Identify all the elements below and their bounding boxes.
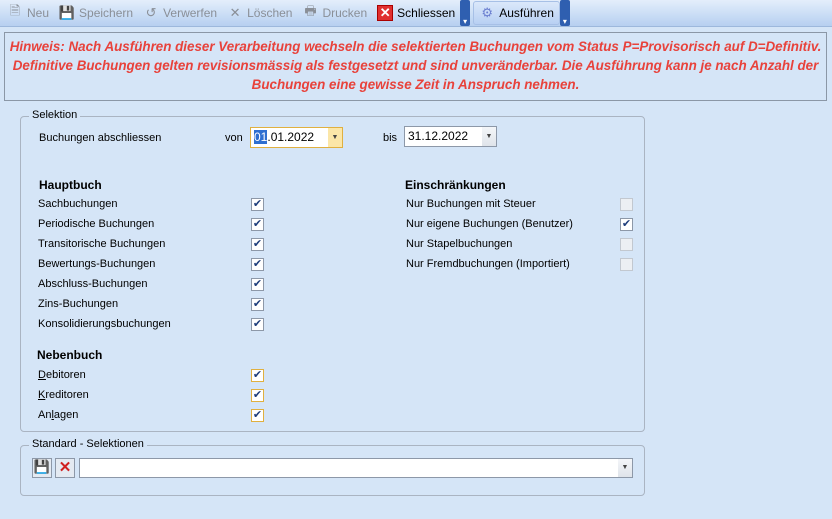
save-icon: 💾	[33, 459, 51, 474]
save-selection-button[interactable]: 💾	[32, 458, 52, 478]
discard-button[interactable]: ↺ Verwerfen	[138, 1, 222, 25]
standard-selektionen-title: Standard - Selektionen	[29, 438, 147, 450]
save-button[interactable]: 💾 Speichern	[54, 1, 138, 25]
save-icon: 💾	[58, 5, 76, 20]
date-from-dropdown[interactable]: ▼	[328, 128, 342, 147]
buchungen-abschliessen-label: Buchungen abschliessen	[39, 132, 162, 144]
execute-dropdown[interactable]: ▾	[559, 0, 570, 26]
delete-x-icon: ✕	[229, 5, 241, 20]
hauptbuch-checkbox[interactable]: ✔	[251, 238, 264, 251]
hauptbuch-checkbox[interactable]: ✔	[251, 258, 264, 271]
einschraenkung-label: Nur Buchungen mit Steuer	[406, 198, 536, 210]
hauptbuch-label: Bewertungs-Buchungen	[38, 258, 156, 270]
delete-selection-button[interactable]: ✕	[55, 458, 75, 478]
bis-label: bis	[383, 132, 398, 144]
hauptbuch-label: Transitorische Buchungen	[38, 238, 166, 250]
einschraenkung-checkbox[interactable]: ✔	[620, 218, 633, 231]
hauptbuch-checkbox[interactable]: ✔	[251, 198, 264, 211]
selektion-group: Selektion	[20, 109, 645, 432]
einschraenkung-checkbox[interactable]	[620, 238, 633, 251]
discard-icon: ↺	[145, 5, 157, 20]
hauptbuch-checkbox[interactable]: ✔	[251, 298, 264, 311]
einschraenkung-label: Nur Stapelbuchungen	[406, 238, 513, 250]
nebenbuch-checkbox[interactable]: ✔	[251, 389, 264, 402]
toolbar: 🗎 Neu 💾 Speichern ↺ Verwerfen ✕ Löschen 🖶 Dru…	[0, 0, 832, 27]
selektion-title: Selektion	[29, 109, 81, 121]
hauptbuch-label: Zins-Buchungen	[38, 298, 119, 310]
einschraenkung-checkbox[interactable]	[620, 198, 633, 211]
standard-selection-dropdown[interactable]: ▼	[618, 459, 632, 477]
date-from-input[interactable]: 01.01.2022 ▼	[250, 127, 343, 148]
notice-text: Hinweis: Nach Ausführen dieser Verarbeit…	[4, 32, 827, 101]
nebenbuch-heading: Nebenbuch	[37, 348, 103, 362]
printer-icon: 🖶	[304, 3, 317, 18]
einschraenkung-label: Nur Fremdbuchungen (Importiert)	[406, 258, 570, 270]
new-document-icon: 🗎	[9, 3, 21, 18]
close-button[interactable]: ✕ Schliessen	[372, 1, 460, 25]
standard-selection-combo[interactable]: ▼	[79, 458, 633, 478]
nebenbuch-label: Kreditoren	[38, 389, 89, 401]
hauptbuch-label: Periodische Buchungen	[38, 218, 155, 230]
close-dropdown[interactable]: ▾	[460, 0, 471, 26]
hauptbuch-label: Abschluss-Buchungen	[38, 278, 148, 290]
einschraenkung-checkbox[interactable]	[620, 258, 633, 271]
hauptbuch-checkbox[interactable]: ✔	[251, 278, 264, 291]
nebenbuch-checkbox[interactable]: ✔	[251, 409, 264, 422]
hauptbuch-heading: Hauptbuch	[39, 178, 102, 192]
delete-x-icon: ✕	[58, 459, 72, 476]
delete-button[interactable]: ✕ Löschen	[222, 1, 297, 25]
close-red-icon: ✕	[377, 5, 394, 21]
einschraenkungen-heading: Einschränkungen	[405, 178, 506, 192]
date-to-input[interactable]: 31.12.2022 ▼	[404, 126, 497, 147]
hauptbuch-label: Sachbuchungen	[38, 198, 118, 210]
nebenbuch-label: Anlagen	[38, 409, 79, 421]
print-button[interactable]: 🖶 Drucken	[297, 1, 372, 25]
nebenbuch-checkbox[interactable]: ✔	[251, 369, 264, 382]
nebenbuch-label: Debitoren	[38, 369, 86, 381]
gear-icon: ⚙	[481, 5, 494, 20]
hauptbuch-checkbox[interactable]: ✔	[251, 318, 264, 331]
date-to-dropdown[interactable]: ▼	[482, 127, 496, 146]
einschraenkung-label: Nur eigene Buchungen (Benutzer)	[406, 218, 573, 230]
von-label: von	[225, 132, 243, 144]
new-button[interactable]: 🗎 Neu	[2, 1, 54, 25]
hauptbuch-checkbox[interactable]: ✔	[251, 218, 264, 231]
execute-button[interactable]: ⚙ Ausführen	[473, 1, 560, 25]
hauptbuch-label: Konsolidierungsbuchungen	[38, 318, 171, 330]
